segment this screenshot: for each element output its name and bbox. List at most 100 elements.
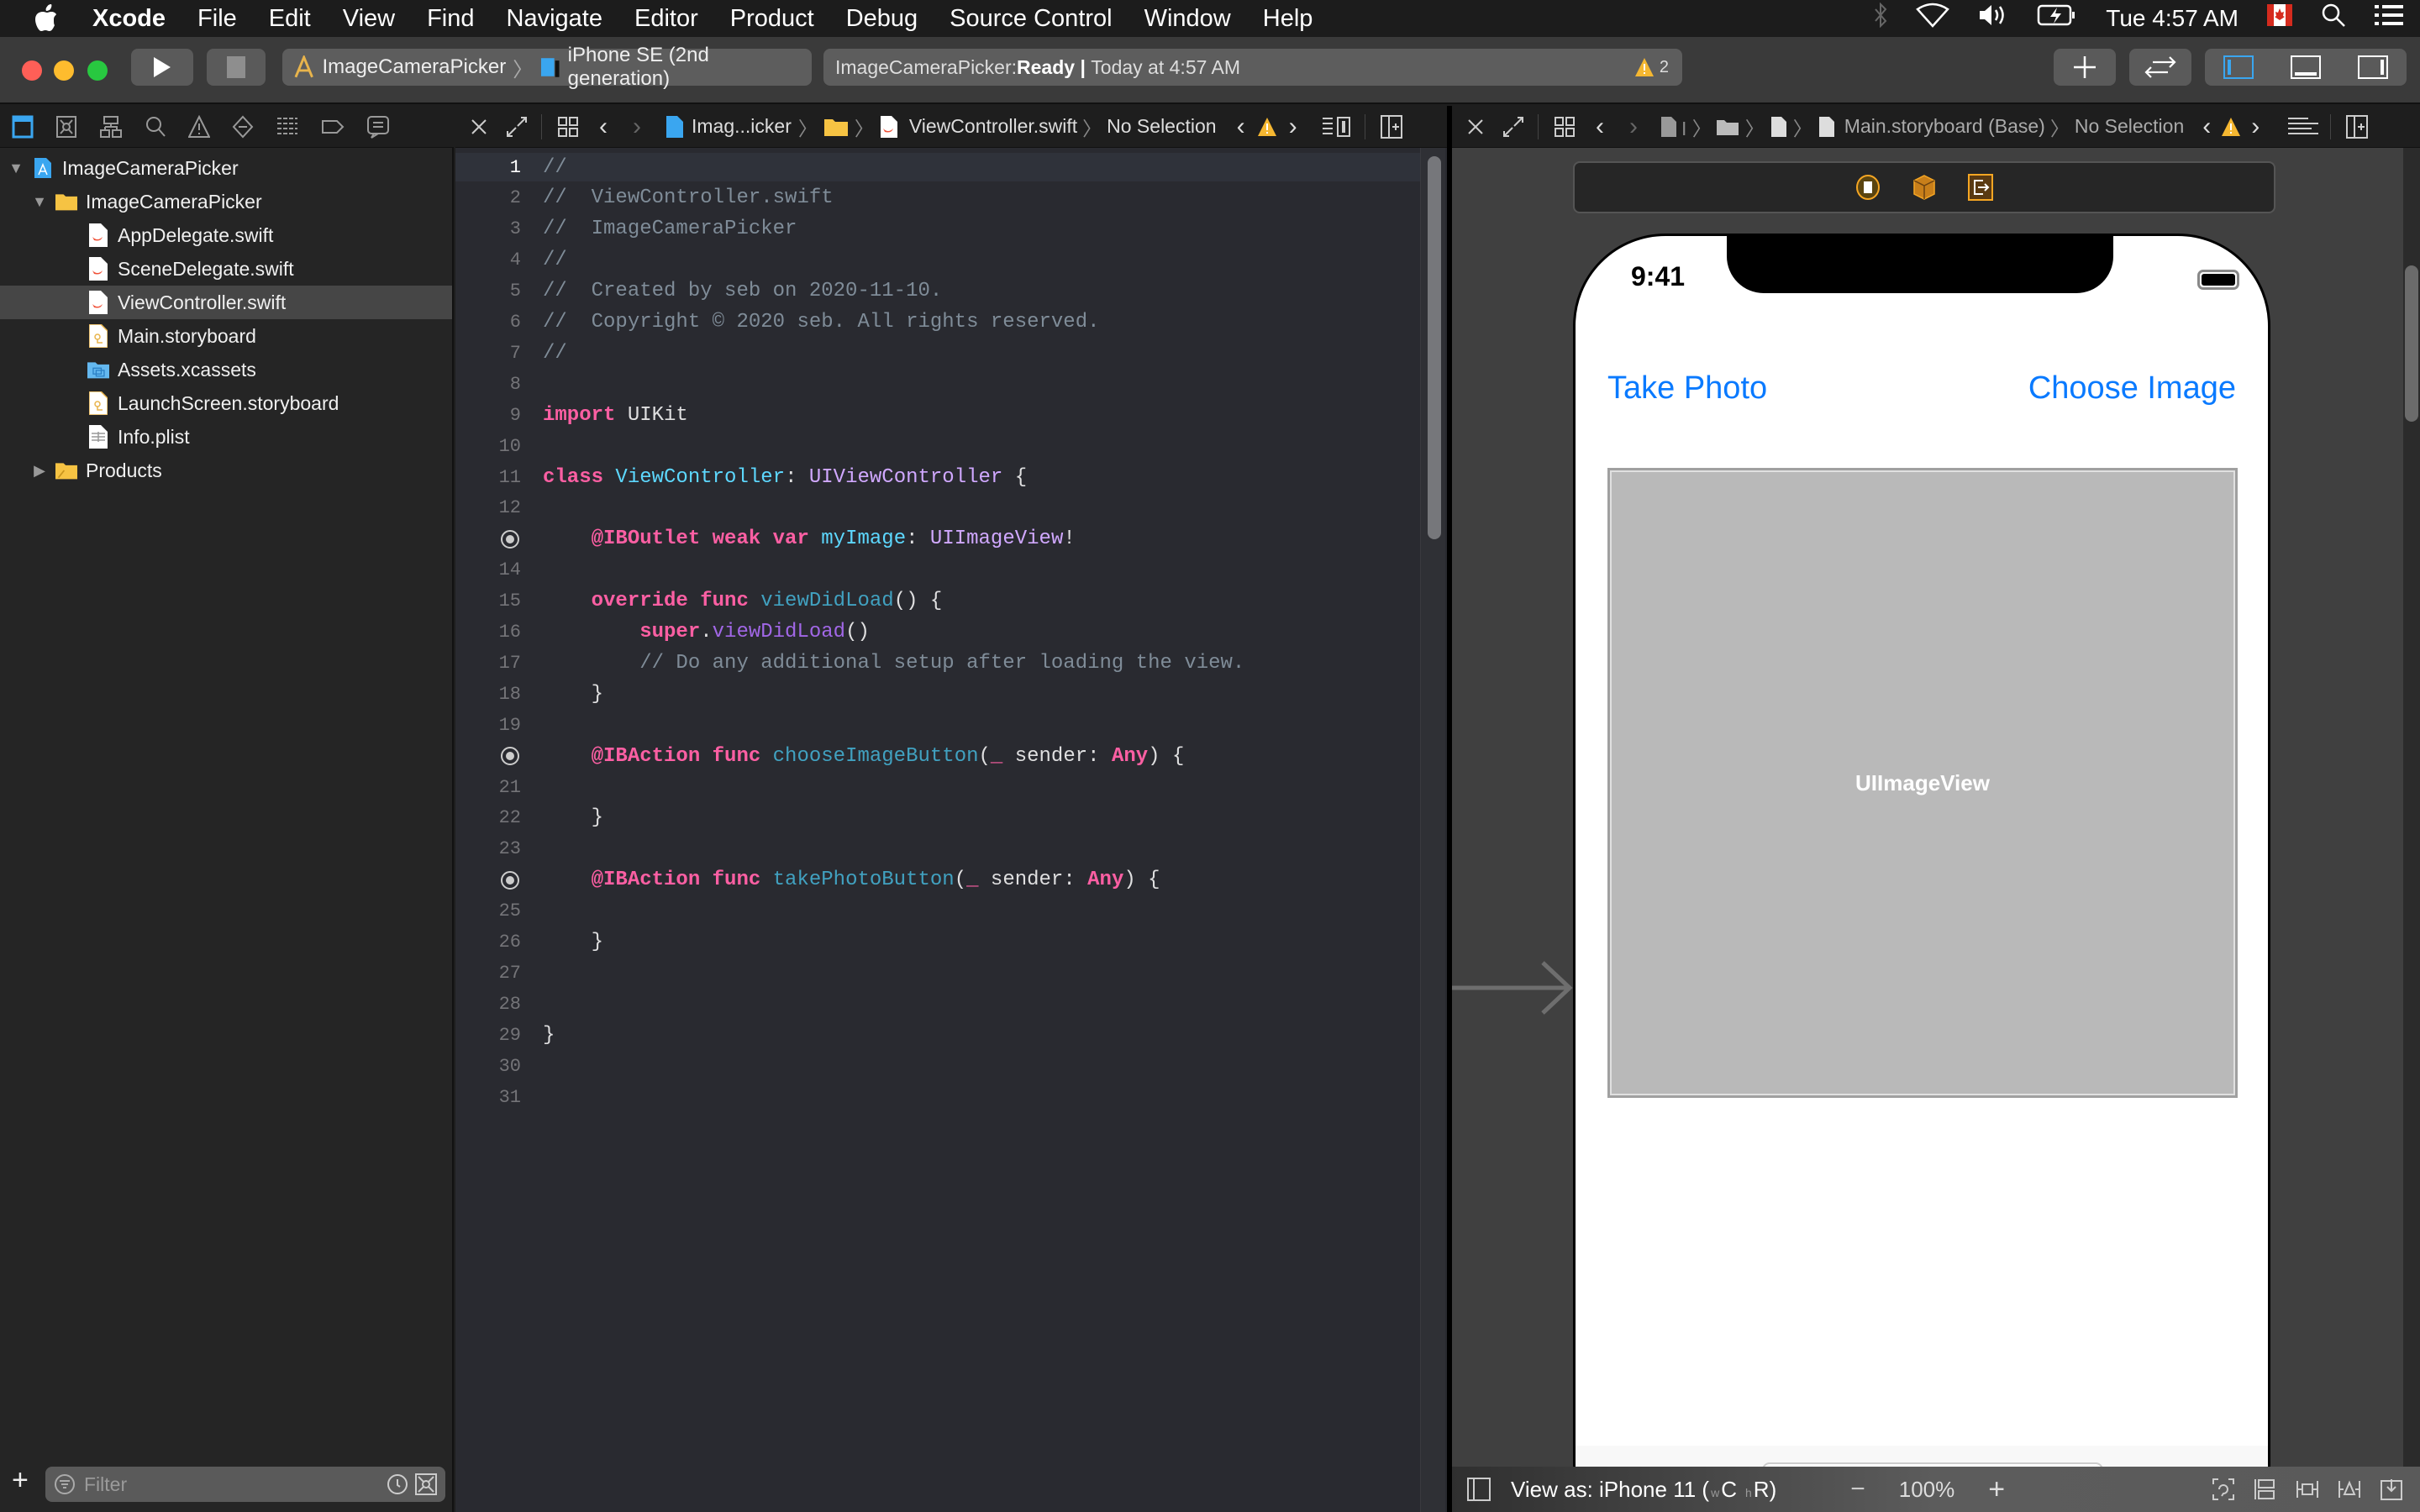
menu-view[interactable]: View [343, 5, 395, 33]
menu-app-xcode[interactable]: Xcode [92, 5, 166, 33]
choose-image-button[interactable]: Choose Image [2028, 370, 2236, 407]
add-editor-icon[interactable] [1380, 114, 1402, 139]
disclosure-expanded-icon[interactable]: ▼ [32, 193, 47, 210]
close-editor-icon[interactable] [1467, 118, 1484, 135]
canvas-scrollbar[interactable] [2403, 148, 2420, 1467]
take-photo-button[interactable]: Take Photo [1607, 370, 1767, 407]
document-outline-toggle-icon[interactable] [1467, 1478, 1491, 1501]
apple-menu-icon[interactable] [34, 4, 67, 33]
connection-indicator-icon[interactable] [501, 529, 519, 549]
view-as-device-button[interactable]: View as: iPhone 11 ( w C h R ) [1511, 1477, 1776, 1503]
issue-navigator-icon[interactable] [188, 114, 210, 139]
tree-item-file[interactable]: LaunchScreen.storyboard [0, 386, 452, 420]
related-items-icon[interactable] [1554, 116, 1576, 138]
add-constraints-icon[interactable] [2338, 1478, 2361, 1501]
jump-bar-project[interactable]: Imag...icker [692, 115, 792, 138]
tree-item-project[interactable]: ▼ ImageCameraPicker [0, 151, 452, 185]
bluetooth-icon[interactable] [1874, 2, 1887, 34]
menu-help[interactable]: Help [1263, 5, 1313, 33]
previous-issue-button[interactable]: ‹ [1237, 113, 1245, 141]
tree-item-file[interactable]: AppDelegate.swift [0, 218, 452, 252]
embed-in-stack-icon[interactable] [2254, 1478, 2277, 1501]
window-zoom-button[interactable] [87, 60, 108, 81]
zoom-level[interactable]: 100% [1899, 1477, 1955, 1503]
jump-bar-file[interactable]: ViewController.swift [909, 115, 1077, 138]
tree-item-file[interactable]: Main.storyboard [0, 319, 452, 353]
warning-count-badge[interactable]: 2 [1634, 57, 1669, 77]
menu-source-control[interactable]: Source Control [950, 5, 1112, 33]
editor-scroll-thumb[interactable] [1428, 156, 1441, 539]
destination-name[interactable]: iPhone SE (2nd generation) [568, 44, 812, 91]
go-forward-button[interactable]: › [1629, 113, 1638, 141]
previous-issue-button[interactable]: ‹ [2202, 113, 2211, 141]
menu-product[interactable]: Product [730, 5, 814, 33]
debug-navigator-icon[interactable] [276, 115, 299, 139]
tree-item-group[interactable]: ▶ Products [0, 454, 452, 487]
report-navigator-icon[interactable] [366, 115, 390, 139]
project-navigator-icon[interactable] [12, 115, 34, 139]
menu-navigate[interactable]: Navigate [507, 5, 602, 33]
toggle-debug-area-icon[interactable] [2291, 55, 2321, 79]
tree-item-file[interactable]: SceneDelegate.swift [0, 252, 452, 286]
toggle-inspector-icon[interactable] [2358, 55, 2388, 79]
source-editor[interactable]: 1 // 2 // ViewController.swift 3 // ImageCame… [455, 148, 1447, 1512]
recent-files-clock-icon[interactable] [387, 1473, 408, 1495]
editor-options-icon[interactable] [1322, 116, 1353, 138]
battery-charging-icon[interactable] [2037, 3, 2077, 34]
library-button[interactable] [2054, 49, 2116, 86]
disclosure-expanded-icon[interactable]: ▼ [8, 160, 24, 176]
code-review-button[interactable] [2129, 49, 2191, 86]
breakpoint-navigator-icon[interactable] [321, 115, 345, 139]
notification-center-icon[interactable] [2375, 3, 2403, 34]
flag-canada-icon[interactable] [2267, 4, 2292, 33]
connection-indicator-icon[interactable] [501, 870, 519, 890]
test-navigator-icon[interactable] [232, 115, 254, 139]
jump-bar-selection[interactable]: No Selection [1107, 115, 1216, 138]
find-navigator-icon[interactable] [145, 115, 166, 139]
menu-find[interactable]: Find [427, 5, 474, 33]
stop-button[interactable] [207, 49, 266, 86]
initial-view-controller-arrow-icon[interactable] [1452, 954, 1575, 1021]
menu-window[interactable]: Window [1144, 5, 1231, 33]
menu-editor[interactable]: Editor [634, 5, 698, 33]
tree-item-file-selected[interactable]: ViewController.swift [0, 286, 452, 319]
add-file-button[interactable]: + [12, 1466, 29, 1494]
disclosure-collapsed-icon[interactable]: ▶ [32, 462, 47, 479]
align-constraints-icon[interactable] [2296, 1478, 2319, 1501]
menu-file[interactable]: File [197, 5, 237, 33]
window-minimize-button[interactable] [54, 60, 74, 81]
go-back-button[interactable]: ‹ [599, 113, 608, 141]
tree-item-file[interactable]: Assets.xcassets [0, 353, 452, 386]
spotlight-search-icon[interactable] [2321, 3, 2346, 34]
tree-item-group[interactable]: ▼ ImageCameraPicker [0, 185, 452, 218]
next-issue-button[interactable]: › [2251, 113, 2260, 141]
go-forward-button[interactable]: › [633, 113, 641, 141]
source-control-filter-icon[interactable] [415, 1473, 437, 1495]
go-back-button[interactable]: ‹ [1596, 113, 1604, 141]
editor-scrollbar[interactable] [1420, 148, 1445, 1512]
jump-bar-file[interactable]: Main.storyboard (Base) [1844, 115, 2045, 138]
scheme-selector[interactable]: ImageCameraPicker 〉 iPhone SE (2nd gener… [282, 44, 812, 90]
toggle-navigator-icon[interactable] [2223, 55, 2254, 79]
exit-icon[interactable] [1968, 174, 1993, 201]
add-editor-icon[interactable] [2346, 114, 2369, 139]
jump-bar-selection[interactable]: No Selection [2075, 115, 2184, 138]
related-items-icon[interactable] [557, 116, 579, 138]
close-editor-icon[interactable] [471, 118, 487, 135]
image-view[interactable]: UIImageView [1607, 468, 2238, 1098]
interface-builder-canvas[interactable]: 9:41 Take Photo Choose Image UIImageView [1452, 148, 2420, 1467]
first-responder-icon[interactable] [1912, 174, 1936, 201]
next-issue-button[interactable]: › [1289, 113, 1297, 141]
tree-item-file[interactable]: Info.plist [0, 420, 452, 454]
warning-icon[interactable] [2221, 117, 2241, 137]
menu-debug[interactable]: Debug [846, 5, 918, 33]
navigator-filter-input[interactable]: Filter [45, 1467, 445, 1502]
maximize-editor-icon[interactable] [506, 116, 528, 138]
view-controller-icon[interactable] [1855, 174, 1881, 201]
volume-icon[interactable] [1978, 3, 2008, 34]
maximize-editor-icon[interactable] [1502, 116, 1524, 138]
zoom-out-button[interactable]: − [1850, 1475, 1865, 1504]
window-close-button[interactable] [22, 60, 42, 81]
wifi-icon[interactable] [1916, 3, 1950, 34]
run-button[interactable] [131, 49, 193, 86]
